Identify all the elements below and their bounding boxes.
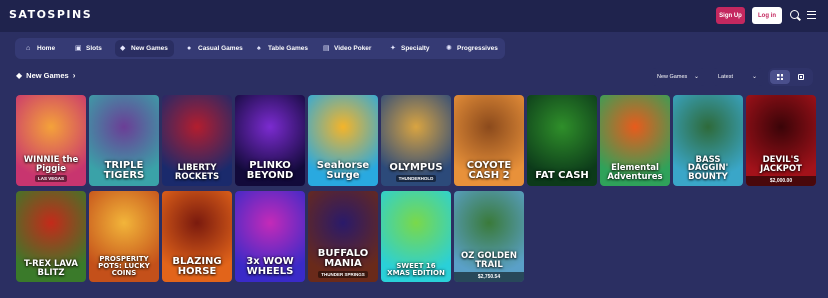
sort-value: Latest	[718, 74, 733, 80]
game-tile[interactable]: OLYMPUS THUNDERHOLD	[381, 95, 451, 186]
category-casual-games[interactable]: ● Casual Games	[182, 40, 249, 57]
menu-icon[interactable]	[807, 11, 816, 19]
list-view-button[interactable]	[791, 70, 811, 84]
game-title: TRIPLE TIGERS	[103, 160, 145, 181]
category-label: Home	[37, 45, 56, 52]
log-in-button[interactable]: Log in	[752, 7, 782, 24]
game-title: Seahorse Surge	[316, 160, 370, 181]
game-tile[interactable]: Seahorse Surge	[308, 95, 378, 186]
game-title: PROSPERITY POTS: LUCKY COINS	[98, 255, 150, 277]
game-tile[interactable]: LIBERTY ROCKETS	[162, 95, 232, 186]
game-title: Elemental Adventures	[607, 163, 663, 182]
game-tile[interactable]: WINNIE the Piggie LAS VEGAS	[16, 95, 86, 186]
diamond-icon: ◆	[120, 45, 126, 52]
category-label: Slots	[86, 45, 102, 52]
category-label: Progressives	[457, 45, 498, 52]
game-tile[interactable]: PROSPERITY POTS: LUCKY COINS	[89, 191, 159, 282]
category-label: Casual Games	[198, 45, 243, 52]
filter-value: New Games	[657, 74, 688, 80]
section-header[interactable]: ◆ New Games ›	[16, 71, 75, 80]
home-icon: ⌂	[26, 45, 31, 52]
game-subtitle: LAS VEGAS	[34, 175, 67, 182]
game-title: OLYMPUS	[389, 162, 443, 173]
game-tile[interactable]: BUFFALO MANIA THUNDER SPRINGS	[308, 191, 378, 282]
game-tile[interactable]: BLAZING HORSE	[162, 191, 232, 282]
game-tile[interactable]: TRIPLE TIGERS	[89, 95, 159, 186]
game-tile[interactable]: Elemental Adventures	[600, 95, 670, 186]
game-title: COYOTE CASH 2	[466, 160, 512, 181]
section-title: New Games	[26, 71, 69, 80]
game-tile[interactable]: 3x WOW WHEELS	[235, 191, 305, 282]
grid-view-button[interactable]	[770, 70, 790, 84]
sort-select[interactable]: Latest ⌄	[713, 68, 763, 86]
category-table-games[interactable]: ♠ Table Games	[252, 40, 314, 57]
view-toggle	[768, 68, 813, 86]
game-title: BLAZING HORSE	[172, 256, 222, 277]
poker-chip-icon: ▤	[323, 45, 330, 52]
game-tile[interactable]: SWEET 16 XMAS EDITION	[381, 191, 451, 282]
category-progressives[interactable]: ✺ Progressives	[441, 40, 504, 57]
list-icon	[798, 74, 804, 80]
game-title: PLINKO BEYOND	[246, 160, 294, 181]
chevron-down-icon: ⌄	[693, 74, 699, 80]
game-title: T-REX LAVA BLITZ	[24, 259, 78, 278]
game-title: WINNIE the Piggie	[23, 155, 79, 174]
game-title: SWEET 16 XMAS EDITION	[387, 262, 445, 277]
category-video-poker[interactable]: ▤ Video Poker	[318, 40, 377, 57]
category-label: Video Poker	[334, 45, 372, 52]
search-icon[interactable]	[790, 10, 799, 19]
game-tile[interactable]: COYOTE CASH 2	[454, 95, 524, 186]
specialty-icon: ✦	[390, 45, 396, 52]
category-label: New Games	[131, 45, 168, 52]
cards-icon: ♠	[257, 45, 261, 52]
category-label: Table Games	[268, 45, 308, 52]
jackpot-amount: $2,750.54	[454, 272, 524, 282]
game-title: 3x WOW WHEELS	[246, 256, 294, 277]
game-tile[interactable]: DEVIL'S JACKPOT $2,000.00	[746, 95, 816, 186]
game-tile[interactable]: PLINKO BEYOND	[235, 95, 305, 186]
game-tile[interactable]: OZ GOLDEN TRAIL $2,750.54	[454, 191, 524, 282]
filter-select[interactable]: New Games ⌄	[652, 68, 705, 86]
game-title: BASS DAGGIN' BOUNTY	[687, 154, 729, 182]
chevron-right-icon: ›	[72, 71, 76, 80]
game-title: BUFFALO MANIA	[317, 248, 369, 269]
category-nav: ⌂ Home ▣ Slots ◆ New Games ● Casual Game…	[15, 38, 505, 59]
grid-icon	[777, 74, 783, 80]
category-specialty[interactable]: ✦ Specialty	[385, 40, 436, 57]
sign-up-button[interactable]: Sign Up	[716, 7, 745, 24]
game-subtitle: THUNDER SPRINGS	[318, 271, 368, 278]
game-title: LIBERTY ROCKETS	[174, 163, 220, 182]
category-label: Specialty	[401, 45, 430, 52]
chevron-down-icon: ⌄	[751, 74, 757, 80]
gamepad-icon: ●	[187, 45, 192, 52]
top-bar: SATOSPINS Sign Up Log in	[0, 0, 828, 32]
jackpot-amount: $2,000.00	[746, 176, 816, 186]
diamond-icon: ◆	[16, 71, 23, 80]
game-subtitle: THUNDERHOLD	[395, 175, 437, 182]
game-tile[interactable]: BASS DAGGIN' BOUNTY	[673, 95, 743, 186]
category-home[interactable]: ⌂ Home	[21, 40, 61, 57]
category-slots[interactable]: ▣ Slots	[70, 40, 108, 57]
progressive-icon: ✺	[446, 45, 452, 52]
site-logo[interactable]: SATOSPINS	[9, 8, 92, 21]
game-tile[interactable]: T-REX LAVA BLITZ	[16, 191, 86, 282]
game-title: FAT CASH	[535, 170, 589, 181]
category-new-games[interactable]: ◆ New Games	[115, 40, 174, 57]
slot-machine-icon: ▣	[75, 45, 82, 52]
game-tile[interactable]: FAT CASH	[527, 95, 597, 186]
